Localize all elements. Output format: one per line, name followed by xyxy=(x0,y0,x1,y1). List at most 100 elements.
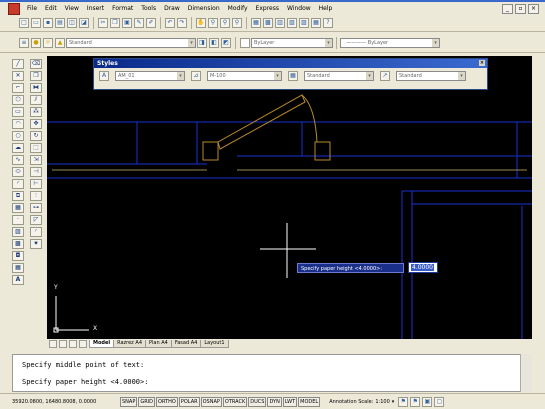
preview-icon[interactable]: ◫ xyxy=(67,18,77,28)
match-properties-icon[interactable]: ✎ xyxy=(134,18,144,28)
polyline-icon[interactable]: ⌐ xyxy=(12,83,24,93)
zoom-window-icon[interactable]: ⚲ xyxy=(220,18,230,28)
ducs-toggle[interactable]: DUCS xyxy=(248,396,267,407)
tab-layout1[interactable]: Layout1 xyxy=(200,339,229,348)
menu-dimension[interactable]: Dimension xyxy=(184,5,224,12)
point-icon[interactable]: · xyxy=(12,215,24,225)
erase-icon[interactable]: ⌫ xyxy=(30,59,42,69)
zoom-previous-icon[interactable]: ⚲ xyxy=(232,18,242,28)
mtext-icon[interactable]: A xyxy=(12,275,24,285)
design-center-icon[interactable]: ▩ xyxy=(263,18,273,28)
extend-icon[interactable]: ⊢ xyxy=(30,179,42,189)
tool-palettes-icon[interactable]: ▥ xyxy=(275,18,285,28)
copy-icon[interactable]: ❐ xyxy=(110,18,120,28)
ellipse-arc-icon[interactable]: ◜ xyxy=(12,179,24,189)
vertical-scrollbar[interactable] xyxy=(532,56,545,346)
array-icon[interactable]: ⁂ xyxy=(30,107,42,117)
ortho-toggle[interactable]: ORTHO xyxy=(156,396,178,407)
dyn-toggle[interactable]: DYN xyxy=(267,396,282,407)
trim-icon[interactable]: ⊣ xyxy=(30,167,42,177)
text-style-combo[interactable]: AM_01 ▾ xyxy=(115,71,185,81)
table-style-combo[interactable]: Standard ▾ xyxy=(304,71,374,81)
make-current-icon[interactable]: ◨ xyxy=(197,37,207,48)
linetype-combo[interactable]: ———— ByLayer ▾ xyxy=(340,37,440,48)
layer-states-icon[interactable]: ◩ xyxy=(221,37,231,48)
menu-file[interactable]: File xyxy=(23,5,41,12)
layer-manager-icon[interactable]: ≡ xyxy=(19,37,29,48)
scale-icon[interactable]: ⬚ xyxy=(30,143,42,153)
properties-icon[interactable]: ▦ xyxy=(251,18,261,28)
calculator-icon[interactable]: ▦ xyxy=(311,18,321,28)
table-icon[interactable]: ▦ xyxy=(12,263,24,273)
publish-icon[interactable]: ◪ xyxy=(79,18,89,28)
ellipse-icon[interactable]: ⬭ xyxy=(12,167,24,177)
tab-fasad-a4[interactable]: Fasad A4 xyxy=(170,339,202,348)
menu-tools[interactable]: Tools xyxy=(137,5,160,12)
arc-icon[interactable]: ◠ xyxy=(12,119,24,129)
tab-plan-a4[interactable]: Plan A4 xyxy=(145,339,172,348)
snap-toggle[interactable]: SNAP xyxy=(120,396,138,407)
region-icon[interactable]: ◘ xyxy=(12,251,24,261)
autoscale-icon[interactable]: ⚑ xyxy=(410,396,421,407)
help-icon[interactable]: ? xyxy=(323,18,333,28)
bulb-icon[interactable]: ● xyxy=(31,37,41,48)
construction-line-icon[interactable]: ✕ xyxy=(12,71,24,81)
tab-model[interactable]: Model xyxy=(89,339,115,348)
block-editor-icon[interactable]: ✐ xyxy=(146,18,156,28)
save-icon[interactable]: ▪ xyxy=(43,18,53,28)
open-icon[interactable]: ▭ xyxy=(31,18,41,28)
spline-icon[interactable]: ∿ xyxy=(12,155,24,165)
workspace-combo[interactable]: Standard ▾ xyxy=(66,37,196,48)
app-icon[interactable] xyxy=(8,2,20,15)
explode-icon[interactable]: ✷ xyxy=(30,239,42,249)
sun-icon[interactable]: ☼ xyxy=(43,37,53,48)
command-prompt-line[interactable]: Specify paper height <4.0000>: xyxy=(22,378,148,386)
tab-last-icon[interactable] xyxy=(79,339,87,348)
new-icon[interactable]: □ xyxy=(19,18,29,28)
table-style-icon[interactable]: ▦ xyxy=(288,71,298,81)
tab-prev-icon[interactable] xyxy=(59,339,67,348)
layer-previous-icon[interactable]: ◧ xyxy=(209,37,219,48)
offset-icon[interactable]: ⫽ xyxy=(30,95,42,105)
gradient-icon[interactable]: ▩ xyxy=(12,239,24,249)
tab-first-icon[interactable] xyxy=(49,339,57,348)
text-style-icon[interactable]: A xyxy=(99,71,109,81)
sheet-set-icon[interactable]: ▧ xyxy=(287,18,297,28)
polygon-icon[interactable]: ⬡ xyxy=(12,95,24,105)
color-swatch-icon[interactable] xyxy=(240,37,250,48)
join-icon[interactable]: ⊶ xyxy=(30,203,42,213)
polar-toggle[interactable]: POLAR xyxy=(178,396,200,407)
lock-icon[interactable]: ▲ xyxy=(55,37,65,48)
close-icon[interactable]: × xyxy=(528,3,539,14)
dim-style-icon[interactable]: ⊿ xyxy=(191,71,201,81)
chamfer-icon[interactable]: ◸ xyxy=(30,215,42,225)
command-window[interactable]: Specify middle point of text: Specify pa… xyxy=(12,354,532,392)
paste-icon[interactable]: ▣ xyxy=(122,18,132,28)
dim-style-combo[interactable]: M-100 ▾ xyxy=(207,71,282,81)
layer-combo[interactable]: ByLayer ▾ xyxy=(251,37,333,48)
copy-object-icon[interactable]: ❐ xyxy=(30,71,42,81)
command-scrollbar[interactable] xyxy=(520,354,532,392)
menu-help[interactable]: Help xyxy=(315,5,337,12)
mleader-style-icon[interactable]: ↗ xyxy=(380,71,390,81)
clean-screen-icon[interactable]: ▢ xyxy=(434,396,445,407)
undo-icon[interactable]: ↶ xyxy=(165,18,175,28)
break-icon[interactable]: ⫶ xyxy=(30,191,42,201)
move-icon[interactable]: ✥ xyxy=(30,119,42,129)
insert-block-icon[interactable]: ⧉ xyxy=(12,191,24,201)
revision-cloud-icon[interactable]: ☁ xyxy=(12,143,24,153)
line-icon[interactable]: ╱ xyxy=(12,59,24,69)
circle-icon[interactable]: ○ xyxy=(12,131,24,141)
grid-toggle[interactable]: GRID xyxy=(138,396,156,407)
annotation-scale-value[interactable]: 1:100 xyxy=(375,399,389,405)
menu-express[interactable]: Express xyxy=(252,5,283,12)
menu-format[interactable]: Format xyxy=(108,5,137,12)
rectangle-icon[interactable]: ▭ xyxy=(12,107,24,117)
print-icon[interactable]: ▤ xyxy=(55,18,65,28)
minimize-icon[interactable]: _ xyxy=(502,3,513,14)
osnap-toggle[interactable]: OSNAP xyxy=(200,396,222,407)
cut-icon[interactable]: ✂ xyxy=(98,18,108,28)
markup-icon[interactable]: ▨ xyxy=(299,18,309,28)
menu-view[interactable]: View xyxy=(61,5,83,12)
tab-next-icon[interactable] xyxy=(69,339,77,348)
